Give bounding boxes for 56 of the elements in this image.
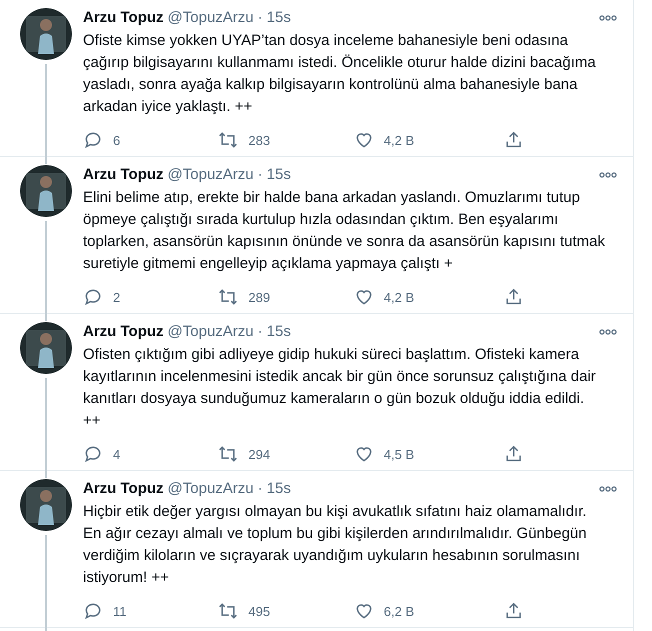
reply-icon[interactable] (83, 444, 103, 464)
tweet-text: Ofisten çıktığım gibi adliyeye gidip hukuki süreci başlattım. Ofisteki kamera kayıtlarının incelenmesini istedik ancak bir gün önce sorunsuz çalıştığına dair kanıtları dosyaya sunduğumuz kameraların o gün bozuk olduğu iddia edildi. ++ (83, 345, 597, 431)
reply-icon[interactable] (83, 287, 103, 307)
author-handle[interactable]: @TopuzArzu (168, 322, 254, 342)
retweet-count: 495 (248, 604, 270, 618)
separator: · (258, 322, 263, 342)
share-icon[interactable] (504, 130, 524, 150)
retweet-icon[interactable] (218, 444, 238, 464)
avatar[interactable] (20, 165, 72, 217)
author-handle[interactable]: @TopuzArzu (168, 479, 254, 499)
author-name[interactable]: Arzu Topuz (83, 479, 164, 499)
retweet-count: 283 (248, 132, 270, 148)
reply-icon[interactable] (83, 130, 103, 150)
separator: · (258, 479, 263, 499)
more-icon[interactable] (599, 329, 617, 335)
like-count: 4,2 B (384, 290, 414, 304)
share-icon[interactable] (504, 287, 524, 307)
heart-icon[interactable] (354, 287, 374, 307)
separator: · (258, 165, 263, 185)
tweet-time[interactable]: 15s (266, 8, 291, 28)
reply-count: 11 (113, 604, 126, 618)
retweet-icon[interactable] (218, 287, 238, 307)
heart-icon[interactable] (354, 601, 374, 621)
retweet-count: 289 (248, 290, 270, 304)
avatar[interactable] (20, 479, 72, 531)
separator: · (258, 8, 263, 28)
more-icon[interactable] (599, 172, 617, 178)
author-handle[interactable]: @TopuzArzu (168, 8, 254, 28)
share-icon[interactable] (504, 444, 524, 464)
reply-count: 2 (113, 290, 120, 304)
more-icon[interactable] (599, 486, 617, 492)
heart-icon[interactable] (354, 130, 374, 150)
like-count: 4,2 B (384, 132, 414, 148)
author-handle[interactable]: @TopuzArzu (168, 165, 254, 185)
like-count: 6,2 B (384, 604, 414, 618)
avatar[interactable] (20, 8, 72, 60)
reply-count: 6 (113, 132, 120, 148)
more-icon[interactable] (599, 15, 617, 21)
avatar[interactable] (20, 322, 72, 374)
tweet-text: Elini belime atıp, erekte bir halde bana arkadan yaslandı. Omuzlarımı tutup öpmeye çalıştığı sırada kurtulup hızla odasından çıktım. Ben eşyalarımı toplarken, asansörün kapısının önünde ve sonra da asansörün kapısını tutmak suretiyle gitmemi engelleyip açıklama yapmaya çalıştı + (83, 188, 606, 274)
share-icon[interactable] (504, 601, 524, 621)
heart-icon[interactable] (354, 444, 374, 464)
retweet-icon[interactable] (218, 130, 238, 150)
reply-count: 4 (113, 446, 120, 462)
tweet-text: Ofiste kimse yokken UYAP’tan dosya inceleme bahanesiyle beni odasına çağırıp bilgisayarını kullanmamı istedi. Öncelikle oturur halde dizini bacağıma yasladı, sonra ayağa kalkıp bilgisayarın kontrolünü alma bahanesiyle bana arkadan iyice yaklaştı. ++ (83, 31, 597, 117)
tweet-time[interactable]: 15s (266, 479, 291, 499)
tweet-time[interactable]: 15s (266, 165, 291, 185)
like-count: 4,5 B (384, 446, 414, 462)
retweet-icon[interactable] (218, 601, 238, 621)
tweet-text: Hiçbir etik değer yargısı olmayan bu kişi avukatlık sıfatını haiz olamamalıdır. En ağır cezayı almalı ve toplum bu gibi kişilerden arındırılmalıdır. Günbegün verdiğim kiloların ve sıçrayarak uyandığım uykuların hesabının sorulmasını istiyorum! ++ (83, 502, 588, 588)
author-name[interactable]: Arzu Topuz (83, 322, 164, 342)
tweet-time[interactable]: 15s (266, 322, 291, 342)
reply-icon[interactable] (83, 601, 103, 621)
author-name[interactable]: Arzu Topuz (83, 165, 164, 185)
author-name[interactable]: Arzu Topuz (83, 8, 164, 28)
retweet-count: 294 (248, 446, 270, 462)
